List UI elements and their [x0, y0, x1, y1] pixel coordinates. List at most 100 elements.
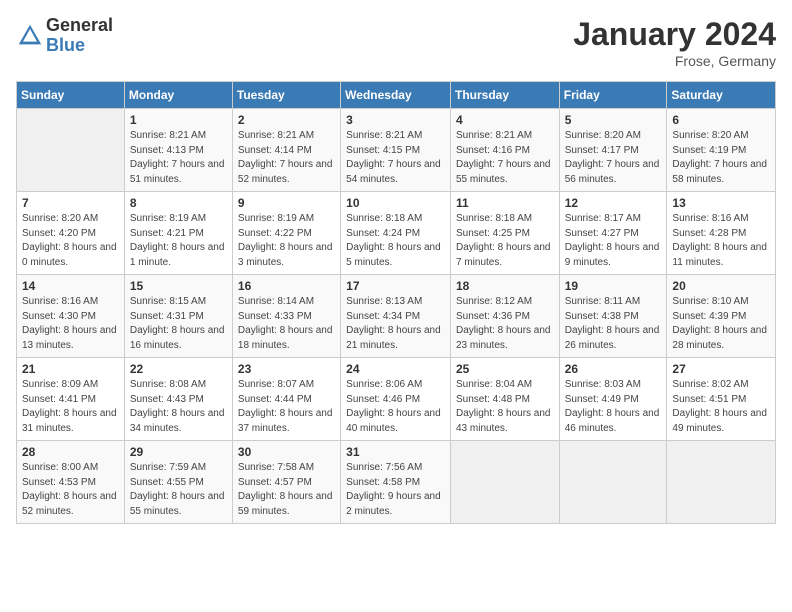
day-detail: Sunrise: 8:06 AMSunset: 4:46 PMDaylight:…	[346, 378, 445, 436]
calendar-week-row: 21Sunrise: 8:09 AMSunset: 4:41 PMDayligh…	[17, 358, 776, 441]
day-detail: Sunrise: 8:12 AMSunset: 4:36 PMDaylight:…	[456, 295, 554, 353]
day-detail: Sunrise: 8:16 AMSunset: 4:30 PMDaylight:…	[22, 295, 119, 353]
day-detail: Sunrise: 8:03 AMSunset: 4:49 PMDaylight:…	[565, 378, 662, 436]
logo-blue-text: Blue	[46, 36, 113, 56]
day-detail: Sunrise: 8:02 AMSunset: 4:51 PMDaylight:…	[672, 378, 770, 436]
day-detail: Sunrise: 7:59 AMSunset: 4:55 PMDaylight:…	[130, 461, 227, 519]
calendar-cell: 25 Sunrise: 8:04 AMSunset: 4:48 PMDayligh…	[450, 358, 559, 441]
calendar-cell: 8 Sunrise: 8:19 AMSunset: 4:21 PMDaylight…	[124, 192, 232, 275]
day-number: 11	[456, 196, 554, 210]
calendar-week-row: 7 Sunrise: 8:20 AMSunset: 4:20 PMDaylight…	[17, 192, 776, 275]
day-number: 5	[565, 113, 662, 127]
day-number: 17	[346, 279, 445, 293]
day-number: 14	[22, 279, 119, 293]
calendar-cell	[559, 441, 667, 524]
day-detail: Sunrise: 8:18 AMSunset: 4:25 PMDaylight:…	[456, 212, 554, 270]
day-detail: Sunrise: 8:10 AMSunset: 4:39 PMDaylight:…	[672, 295, 770, 353]
day-number: 7	[22, 196, 119, 210]
calendar-cell: 18 Sunrise: 8:12 AMSunset: 4:36 PMDayligh…	[450, 275, 559, 358]
day-number: 26	[565, 362, 662, 376]
day-detail: Sunrise: 8:11 AMSunset: 4:38 PMDaylight:…	[565, 295, 662, 353]
calendar-cell	[667, 441, 776, 524]
day-detail: Sunrise: 8:19 AMSunset: 4:22 PMDaylight:…	[238, 212, 335, 270]
day-number: 2	[238, 113, 335, 127]
day-detail: Sunrise: 8:19 AMSunset: 4:21 PMDaylight:…	[130, 212, 227, 270]
day-detail: Sunrise: 8:21 AMSunset: 4:15 PMDaylight:…	[346, 129, 445, 187]
calendar-table: SundayMondayTuesdayWednesdayThursdayFrid…	[16, 81, 776, 524]
calendar-cell: 14 Sunrise: 8:16 AMSunset: 4:30 PMDayligh…	[17, 275, 125, 358]
day-detail: Sunrise: 8:08 AMSunset: 4:43 PMDaylight:…	[130, 378, 227, 436]
logo-general-text: General	[46, 16, 113, 36]
day-number: 21	[22, 362, 119, 376]
calendar-cell: 22 Sunrise: 8:08 AMSunset: 4:43 PMDayligh…	[124, 358, 232, 441]
day-detail: Sunrise: 8:07 AMSunset: 4:44 PMDaylight:…	[238, 378, 335, 436]
logo-text: General Blue	[46, 16, 113, 56]
calendar-cell: 27 Sunrise: 8:02 AMSunset: 4:51 PMDayligh…	[667, 358, 776, 441]
day-number: 20	[672, 279, 770, 293]
calendar-cell: 6 Sunrise: 8:20 AMSunset: 4:19 PMDaylight…	[667, 109, 776, 192]
day-number: 29	[130, 445, 227, 459]
day-number: 25	[456, 362, 554, 376]
logo-icon	[16, 22, 44, 50]
weekday-header-wednesday: Wednesday	[341, 82, 451, 109]
month-title: January 2024	[573, 16, 776, 53]
calendar-cell: 28 Sunrise: 8:00 AMSunset: 4:53 PMDayligh…	[17, 441, 125, 524]
calendar-cell: 9 Sunrise: 8:19 AMSunset: 4:22 PMDaylight…	[232, 192, 340, 275]
day-detail: Sunrise: 7:58 AMSunset: 4:57 PMDaylight:…	[238, 461, 335, 519]
calendar-cell: 16Sunrise: 8:14 AMSunset: 4:33 PMDayligh…	[232, 275, 340, 358]
day-detail: Sunrise: 8:20 AMSunset: 4:17 PMDaylight:…	[565, 129, 662, 187]
weekday-header-monday: Monday	[124, 82, 232, 109]
day-detail: Sunrise: 8:18 AMSunset: 4:24 PMDaylight:…	[346, 212, 445, 270]
calendar-cell: 3 Sunrise: 8:21 AMSunset: 4:15 PMDaylight…	[341, 109, 451, 192]
day-number: 24	[346, 362, 445, 376]
day-detail: Sunrise: 8:00 AMSunset: 4:53 PMDaylight:…	[22, 461, 119, 519]
day-number: 22	[130, 362, 227, 376]
day-number: 23	[238, 362, 335, 376]
day-number: 6	[672, 113, 770, 127]
calendar-week-row: 1 Sunrise: 8:21 AMSunset: 4:13 PMDaylight…	[17, 109, 776, 192]
calendar-cell: 2 Sunrise: 8:21 AMSunset: 4:14 PMDaylight…	[232, 109, 340, 192]
calendar-week-row: 28 Sunrise: 8:00 AMSunset: 4:53 PMDayligh…	[17, 441, 776, 524]
day-number: 1	[130, 113, 227, 127]
day-detail: Sunrise: 8:21 AMSunset: 4:13 PMDaylight:…	[130, 129, 227, 187]
day-detail: Sunrise: 8:17 AMSunset: 4:27 PMDaylight:…	[565, 212, 662, 270]
calendar-cell: 23 Sunrise: 8:07 AMSunset: 4:44 PMDayligh…	[232, 358, 340, 441]
calendar-week-row: 14 Sunrise: 8:16 AMSunset: 4:30 PMDayligh…	[17, 275, 776, 358]
day-number: 3	[346, 113, 445, 127]
day-number: 12	[565, 196, 662, 210]
calendar-cell: 24 Sunrise: 8:06 AMSunset: 4:46 PMDayligh…	[341, 358, 451, 441]
day-detail: Sunrise: 8:15 AMSunset: 4:31 PMDaylight:…	[130, 295, 227, 353]
day-number: 28	[22, 445, 119, 459]
weekday-header-tuesday: Tuesday	[232, 82, 340, 109]
calendar-cell: 4Sunrise: 8:21 AMSunset: 4:16 PMDaylight…	[450, 109, 559, 192]
day-number: 8	[130, 196, 227, 210]
calendar-header-row: SundayMondayTuesdayWednesdayThursdayFrid…	[17, 82, 776, 109]
day-detail: Sunrise: 8:04 AMSunset: 4:48 PMDaylight:…	[456, 378, 554, 436]
day-number: 13	[672, 196, 770, 210]
weekday-header-saturday: Saturday	[667, 82, 776, 109]
calendar-cell: 26 Sunrise: 8:03 AMSunset: 4:49 PMDayligh…	[559, 358, 667, 441]
day-number: 30	[238, 445, 335, 459]
day-number: 9	[238, 196, 335, 210]
day-detail: Sunrise: 8:14 AMSunset: 4:33 PMDaylight:…	[238, 295, 335, 353]
day-number: 18	[456, 279, 554, 293]
logo: General Blue	[16, 16, 113, 56]
calendar-cell: 12 Sunrise: 8:17 AMSunset: 4:27 PMDayligh…	[559, 192, 667, 275]
calendar-cell: 13 Sunrise: 8:16 AMSunset: 4:28 PMDayligh…	[667, 192, 776, 275]
calendar-cell: 10 Sunrise: 8:18 AMSunset: 4:24 PMDayligh…	[341, 192, 451, 275]
calendar-cell: 7 Sunrise: 8:20 AMSunset: 4:20 PMDaylight…	[17, 192, 125, 275]
calendar-cell: 20 Sunrise: 8:10 AMSunset: 4:39 PMDayligh…	[667, 275, 776, 358]
day-detail: Sunrise: 8:20 AMSunset: 4:20 PMDaylight:…	[22, 212, 119, 270]
day-detail: Sunrise: 7:56 AMSunset: 4:58 PMDaylight:…	[346, 461, 445, 519]
calendar-cell	[450, 441, 559, 524]
calendar-cell: 1 Sunrise: 8:21 AMSunset: 4:13 PMDaylight…	[124, 109, 232, 192]
day-detail: Sunrise: 8:21 AMSunset: 4:14 PMDaylight:…	[238, 129, 335, 187]
day-detail: Sunrise: 8:16 AMSunset: 4:28 PMDaylight:…	[672, 212, 770, 270]
day-detail: Sunrise: 8:20 AMSunset: 4:19 PMDaylight:…	[672, 129, 770, 187]
day-number: 10	[346, 196, 445, 210]
calendar-cell: 21Sunrise: 8:09 AMSunset: 4:41 PMDayligh…	[17, 358, 125, 441]
weekday-header-friday: Friday	[559, 82, 667, 109]
title-block: January 2024 Frose, Germany	[573, 16, 776, 69]
location: Frose, Germany	[573, 53, 776, 69]
day-number: 27	[672, 362, 770, 376]
